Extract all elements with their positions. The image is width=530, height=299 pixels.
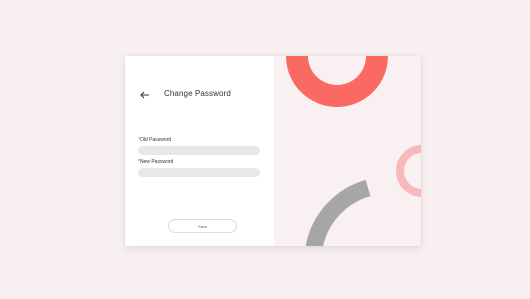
page-background: Change Password *Old Password *New Passw… (0, 0, 530, 299)
old-password-field[interactable] (138, 146, 260, 155)
old-password-label-text: Old Password (139, 137, 172, 143)
page-title: Change Password (164, 89, 231, 98)
new-password-field[interactable] (138, 168, 260, 177)
change-password-card: Change Password *Old Password *New Passw… (125, 56, 421, 246)
coral-arc-shape (286, 56, 388, 107)
new-password-label-text: New Password (139, 159, 174, 165)
decorative-shapes (286, 56, 421, 246)
gray-arc-shape (305, 179, 371, 246)
save-button[interactable]: Save (168, 219, 237, 233)
old-password-label: *Old Password (138, 137, 171, 143)
pink-ring-shape (396, 145, 421, 197)
arrow-left-icon[interactable] (139, 90, 151, 100)
decorative-art-panel (274, 56, 421, 246)
new-password-label: *New Password (138, 159, 173, 165)
form-panel: Change Password *Old Password *New Passw… (125, 56, 274, 246)
